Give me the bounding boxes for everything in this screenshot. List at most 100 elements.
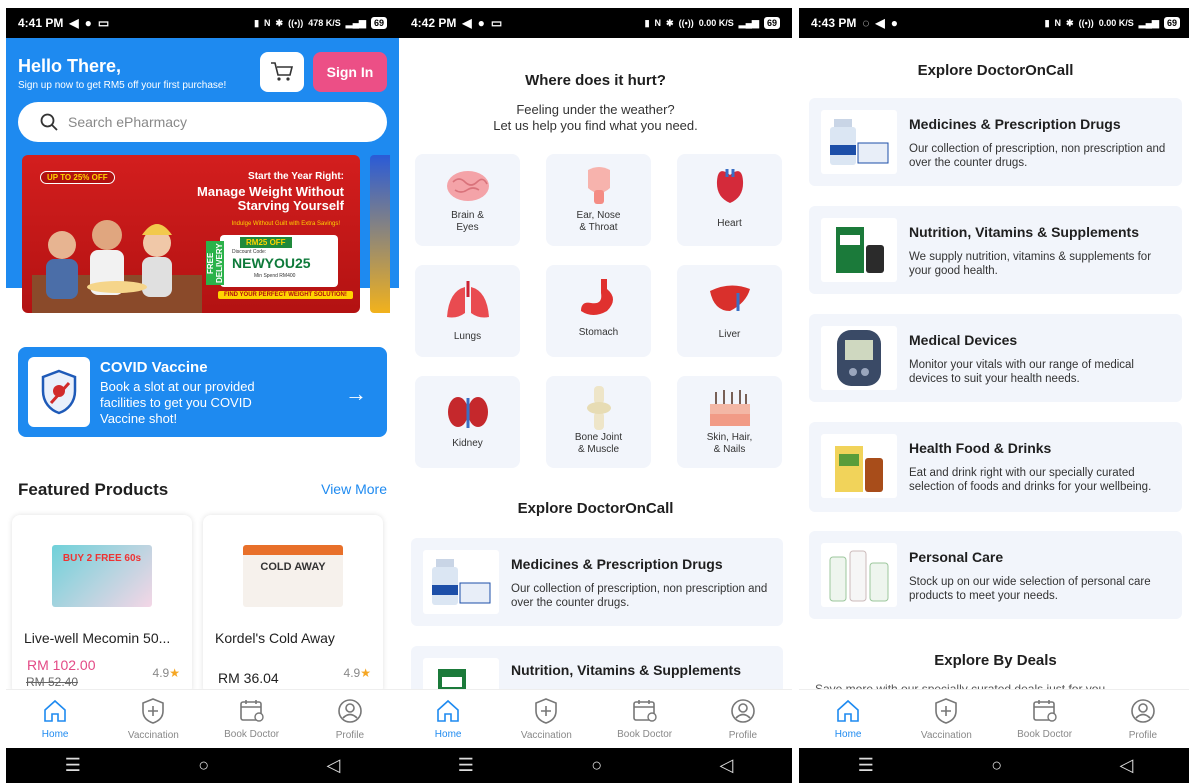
status-time: 4:43 PM xyxy=(811,16,857,30)
nav-book-doctor[interactable]: Book Doctor xyxy=(203,690,301,748)
next-banner-peek[interactable] xyxy=(370,155,390,313)
organ-heart[interactable]: Heart xyxy=(677,154,782,246)
explore-card-desc: Monitor your vitals with our range of me… xyxy=(909,359,1134,385)
calendar-icon xyxy=(632,699,657,722)
organ-bone-joint[interactable]: Bone Joint & Muscle xyxy=(546,376,651,468)
back-icon[interactable]: ◁ xyxy=(1119,755,1133,776)
navigation-arrow-icon: ◀ xyxy=(69,16,79,30)
product-image: COLD AWAY xyxy=(243,545,343,607)
free-delivery-label: FREE DELIVERY xyxy=(206,241,224,285)
skin-hair-icon xyxy=(709,390,750,426)
recent-apps-icon[interactable]: ☰ xyxy=(458,755,474,776)
liver-icon xyxy=(709,285,750,311)
hotspot-icon: ((•)) xyxy=(678,18,694,28)
system-nav-bar: ☰ ○ ◁ xyxy=(6,748,399,783)
explore-card-medical-devices[interactable]: Medical Devices Monitor your vitals with… xyxy=(809,314,1182,402)
promo-banner[interactable]: UP TO 25% OFF Start the Year Right: Mana… xyxy=(22,155,360,313)
product-card[interactable]: BUY 2 FREE 60s Live-well Mecomin 50... R… xyxy=(12,515,192,695)
status-bar: 4:42 PM ◀ ● ▭ ▮ N ✱ ((•)) 0.00 K/S ▂▄▆ 69 xyxy=(399,8,792,38)
subtitle-line1: Feeling under the weather? xyxy=(516,102,675,117)
deals-title: Explore By Deals xyxy=(934,652,1057,669)
signal-icon: ▂▄▆ xyxy=(738,17,759,28)
back-icon[interactable]: ◁ xyxy=(326,755,340,776)
chat-icon: ● xyxy=(477,16,485,30)
home-icon xyxy=(437,699,459,722)
home-circle-icon[interactable]: ○ xyxy=(198,755,209,776)
where-does-it-hurt-screen: 4:42 PM ◀ ● ▭ ▮ N ✱ ((•)) 0.00 K/S ▂▄▆ 69 Where d… xyxy=(399,0,792,783)
shield-icon xyxy=(535,697,558,724)
calendar-icon xyxy=(1032,699,1057,722)
subtitle-line2: Let us help you find what you need. xyxy=(493,118,698,133)
bone-joint-icon xyxy=(586,386,611,430)
product-rating: 4.9★ xyxy=(343,666,371,680)
explore-title: Explore DoctorOnCall xyxy=(517,500,674,517)
nav-profile[interactable]: Profile xyxy=(301,690,399,748)
home-icon xyxy=(44,699,66,722)
arrow-right-icon: → xyxy=(345,381,367,406)
screen-icon: ▭ xyxy=(490,16,503,30)
explore-card-nutrition[interactable]: Nutrition, Vitamins & Supplements We sup… xyxy=(809,206,1182,294)
nav-home[interactable]: Home xyxy=(399,690,497,748)
organ-kidney[interactable]: Kidney xyxy=(415,376,520,468)
covid-vaccine-card[interactable]: COVID Vaccine Book a slot at our provide… xyxy=(18,347,387,437)
home-screen: 4:41 PM ◀ ● ▭ ▮ N ✱ ((•)) 478 K/S ▂▄▆ 69 Hello Th… xyxy=(6,0,399,783)
product-image: BUY 2 FREE 60s xyxy=(52,545,152,607)
nav-vaccination[interactable]: Vaccination xyxy=(897,690,995,748)
explore-card-personal-care[interactable]: Personal Care Stock up on our wide selec… xyxy=(809,531,1182,619)
page-title: Where does it hurt? xyxy=(525,72,666,89)
status-bar: 4:43 PM ◌ ◀ ● ▮ N ✱ ((•)) 0.00 K/S ▂▄▆ 69 xyxy=(799,8,1189,38)
bluetooth-icon: ✱ xyxy=(275,17,284,28)
signup-subtitle: Sign up now to get RM5 off your first pu… xyxy=(18,80,227,91)
view-more-link[interactable]: View More xyxy=(321,481,387,497)
explore-card-title: Nutrition, Vitamins & Supplements xyxy=(511,662,741,678)
covid-title: COVID Vaccine xyxy=(100,359,208,376)
covid-desc: Book a slot at our provided facilities t… xyxy=(100,379,255,426)
home-icon xyxy=(837,699,859,722)
organ-lungs[interactable]: Lungs xyxy=(415,265,520,357)
organ-liver[interactable]: Liver xyxy=(677,265,782,357)
search-icon xyxy=(40,113,58,131)
product-card[interactable]: COLD AWAY Kordel's Cold Away RM 36.04 4.… xyxy=(203,515,383,695)
net-speed: 0.00 K/S xyxy=(698,18,734,28)
home-circle-icon[interactable]: ○ xyxy=(591,755,602,776)
organ-brain-eyes[interactable]: Brain & Eyes xyxy=(415,154,520,246)
organ-stomach[interactable]: Stomach xyxy=(546,265,651,357)
search-input[interactable]: Search ePharmacy xyxy=(18,102,387,142)
nav-vaccination[interactable]: Vaccination xyxy=(497,690,595,748)
explore-card-title: Health Food & Drinks xyxy=(909,440,1052,456)
chat-icon: ● xyxy=(890,16,898,30)
nav-book-doctor[interactable]: Book Doctor xyxy=(596,690,694,748)
battery-icon: 69 xyxy=(370,17,387,29)
nav-profile[interactable]: Profile xyxy=(1094,690,1189,748)
supplement-box-icon xyxy=(836,227,884,273)
explore-title: Explore DoctorOnCall xyxy=(917,62,1074,79)
cart-button[interactable] xyxy=(260,52,304,92)
explore-card-title: Medicines & Prescription Drugs xyxy=(909,116,1121,132)
status-bar: 4:41 PM ◀ ● ▭ ▮ N ✱ ((•)) 478 K/S ▂▄▆ 69 xyxy=(6,8,399,38)
nav-profile[interactable]: Profile xyxy=(694,690,792,748)
battery-icon: 69 xyxy=(763,17,780,29)
home-circle-icon[interactable]: ○ xyxy=(991,755,1002,776)
organ-skin-hair-nails[interactable]: Skin, Hair, & Nails xyxy=(677,376,782,468)
profile-icon xyxy=(731,698,755,723)
recent-apps-icon[interactable]: ☰ xyxy=(65,755,81,776)
whatsapp-icon: ◌ xyxy=(862,16,870,30)
product-price: RM 102.00 xyxy=(27,657,96,673)
explore-card-medicines[interactable]: Medicines & Prescription Drugs Our colle… xyxy=(809,98,1182,186)
explore-card-health-food[interactable]: Health Food & Drinks Eat and drink right… xyxy=(809,422,1182,512)
ear-nose-throat-icon xyxy=(587,167,610,204)
nav-vaccination[interactable]: Vaccination xyxy=(104,690,202,748)
coupon-off: RM25 OFF xyxy=(240,237,292,248)
sign-in-button[interactable]: Sign In xyxy=(313,52,387,92)
organ-ear-nose-throat[interactable]: Ear, Nose & Throat xyxy=(546,154,651,246)
nav-home[interactable]: Home xyxy=(6,690,104,748)
health-food-icon xyxy=(835,446,883,492)
lungs-icon xyxy=(446,281,489,318)
coupon-code: NEWYOU25 xyxy=(232,255,311,271)
nav-home[interactable]: Home xyxy=(799,690,897,748)
signal-icon: ▂▄▆ xyxy=(1138,17,1159,28)
nav-book-doctor[interactable]: Book Doctor xyxy=(996,690,1094,748)
recent-apps-icon[interactable]: ☰ xyxy=(858,755,874,776)
back-icon[interactable]: ◁ xyxy=(719,755,733,776)
explore-card-medicines[interactable]: Medicines & Prescription Drugs Our colle… xyxy=(411,538,783,626)
